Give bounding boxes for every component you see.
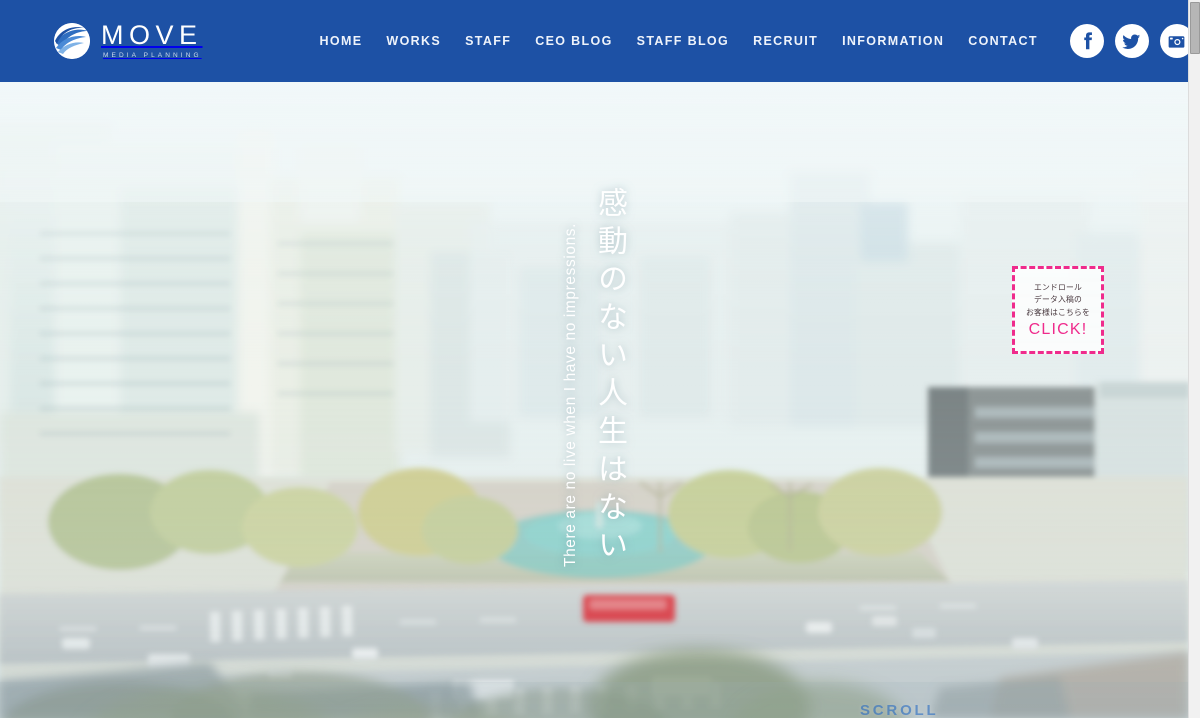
social-links: You Tube — [1069, 24, 1200, 58]
site-logo[interactable]: MOVE MEDIA PLANNING — [54, 22, 203, 60]
nav-item-contact[interactable]: CONTACT — [956, 34, 1050, 48]
nav-item-information[interactable]: INFORMATION — [830, 34, 956, 48]
page-scrollbar[interactable] — [1188, 0, 1200, 718]
wave-circle-icon — [54, 23, 90, 59]
page-root: MOVE MEDIA PLANNING HOME WORKS STAFF CEO… — [0, 0, 1200, 718]
catchcopy-japanese: 感動のない人生はない — [592, 187, 627, 567]
scroll-down-indicator[interactable]: SCROLL DOWN — [860, 702, 970, 718]
facebook-icon — [1076, 30, 1098, 52]
instagram-icon — [1166, 31, 1187, 52]
catchcopy-english: There are no live when I have no impress… — [562, 222, 579, 567]
twitter-link[interactable] — [1114, 24, 1149, 58]
endroll-data-submission-banner[interactable]: エンドロール データ入稿の お客様はこちらを CLICK! — [1012, 266, 1104, 354]
twitter-icon — [1121, 31, 1142, 52]
nav-item-recruit[interactable]: RECRUIT — [741, 34, 830, 48]
logo-wordmark: MOVE — [101, 20, 203, 51]
facebook-link[interactable] — [1069, 24, 1104, 58]
logo-tagline: MEDIA PLANNING — [103, 52, 202, 60]
banner-cta-label: CLICK! — [1028, 321, 1088, 339]
scroll-down-label: SCROLL DOWN — [860, 702, 939, 718]
banner-line-2: データ入稿の — [1034, 295, 1082, 305]
nav-item-ceo-blog[interactable]: CEO BLOG — [523, 34, 624, 48]
hero-section: 感動のない人生はない There are no live when I have… — [0, 82, 1188, 718]
hero-catchcopy: 感動のない人生はない There are no live when I have… — [562, 187, 627, 567]
banner-line-1: エンドロール — [1034, 282, 1082, 292]
nav-item-staff-blog[interactable]: STAFF BLOG — [625, 34, 741, 48]
site-header: MOVE MEDIA PLANNING HOME WORKS STAFF CEO… — [0, 0, 1194, 82]
banner-line-3: お客様はこちらを — [1026, 307, 1090, 317]
nav-item-home[interactable]: HOME — [308, 34, 375, 48]
scrollbar-thumb[interactable] — [1190, 2, 1200, 54]
main-navigation: HOME WORKS STAFF CEO BLOG STAFF BLOG REC… — [308, 34, 1050, 48]
nav-item-works[interactable]: WORKS — [374, 34, 453, 48]
nav-item-staff[interactable]: STAFF — [453, 34, 523, 48]
